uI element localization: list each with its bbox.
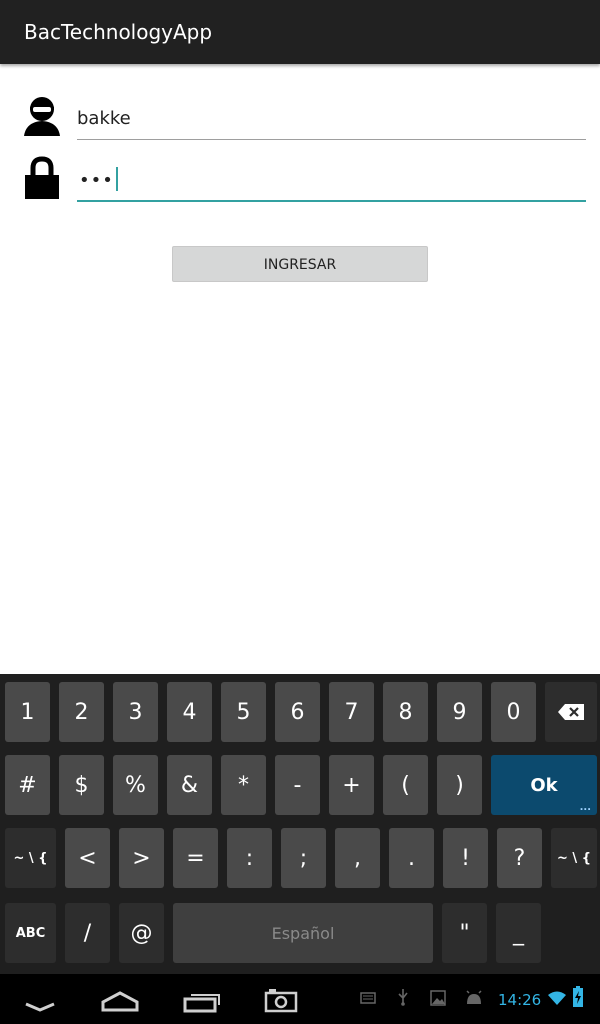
key-hash[interactable]: #	[5, 755, 50, 815]
image-icon	[430, 990, 446, 1006]
backspace-icon	[558, 704, 584, 720]
key-slash[interactable]: /	[65, 903, 110, 963]
key-greater-than[interactable]: >	[119, 828, 164, 888]
key-more-symbols-left[interactable]: ~ \ {	[5, 828, 56, 888]
key-dollar[interactable]: $	[59, 755, 104, 815]
key-5[interactable]: 5	[221, 682, 266, 742]
key-7[interactable]: 7	[329, 682, 374, 742]
username-value: bakke	[77, 108, 131, 129]
ok-hint: ...	[579, 802, 591, 813]
screen: BacTechnologyApp bakke ••• INGRESAR 1 2 …	[0, 0, 600, 1024]
key-8[interactable]: 8	[383, 682, 428, 742]
key-paren-close[interactable]: )	[437, 755, 482, 815]
action-bar: BacTechnologyApp	[0, 0, 600, 64]
key-quote[interactable]: "	[442, 903, 487, 963]
key-3[interactable]: 3	[113, 682, 158, 742]
back-icon[interactable]	[22, 984, 58, 1014]
password-field[interactable]: •••	[77, 160, 586, 202]
key-less-than[interactable]: <	[65, 828, 110, 888]
key-exclamation[interactable]: !	[443, 828, 488, 888]
ok-label: Ok	[530, 774, 558, 796]
key-plus[interactable]: +	[329, 755, 374, 815]
key-0[interactable]: 0	[491, 682, 536, 742]
app-title: BacTechnologyApp	[24, 20, 213, 44]
key-paren-open[interactable]: (	[383, 755, 428, 815]
ok-key[interactable]: Ok ...	[491, 755, 597, 815]
recent-apps-icon[interactable]	[182, 984, 222, 1014]
lock-icon	[22, 155, 62, 199]
space-key[interactable]: Español	[173, 903, 433, 963]
key-more-symbols-right[interactable]: ~ \ {	[551, 828, 597, 888]
password-mask: •••	[79, 170, 114, 191]
key-at[interactable]: @	[119, 903, 164, 963]
usb-icon	[398, 989, 408, 1006]
android-icon	[466, 990, 482, 1004]
key-asterisk[interactable]: *	[221, 755, 266, 815]
key-colon[interactable]: :	[227, 828, 272, 888]
key-2[interactable]: 2	[59, 682, 104, 742]
key-comma[interactable]: ,	[335, 828, 380, 888]
key-ampersand[interactable]: &	[167, 755, 212, 815]
clock: 14:26	[498, 991, 542, 1009]
navigation-bar: 14:26	[0, 974, 600, 1024]
backspace-key[interactable]	[545, 682, 597, 742]
key-percent[interactable]: %	[113, 755, 158, 815]
login-button[interactable]: INGRESAR	[172, 246, 428, 282]
home-icon[interactable]	[100, 984, 140, 1014]
key-9[interactable]: 9	[437, 682, 482, 742]
username-field[interactable]: bakke	[77, 98, 586, 140]
key-minus[interactable]: -	[275, 755, 320, 815]
soft-keyboard: 1 2 3 4 5 6 7 8 9 0 # $ % & * - + ( ) Ok…	[0, 674, 600, 974]
text-caret	[115, 167, 118, 191]
wifi-icon	[548, 991, 566, 1005]
key-equals[interactable]: =	[173, 828, 218, 888]
battery-icon	[573, 986, 583, 1007]
screenshot-icon[interactable]	[263, 984, 299, 1014]
key-1[interactable]: 1	[5, 682, 50, 742]
key-period[interactable]: .	[389, 828, 434, 888]
key-6[interactable]: 6	[275, 682, 320, 742]
key-question[interactable]: ?	[497, 828, 542, 888]
key-abc[interactable]: ABC	[5, 903, 56, 963]
keyboard-icon	[360, 992, 376, 1004]
user-icon	[22, 94, 62, 138]
password-value: •••	[79, 167, 118, 191]
key-underscore[interactable]: _	[496, 903, 541, 963]
key-4[interactable]: 4	[167, 682, 212, 742]
key-semicolon[interactable]: ;	[281, 828, 326, 888]
